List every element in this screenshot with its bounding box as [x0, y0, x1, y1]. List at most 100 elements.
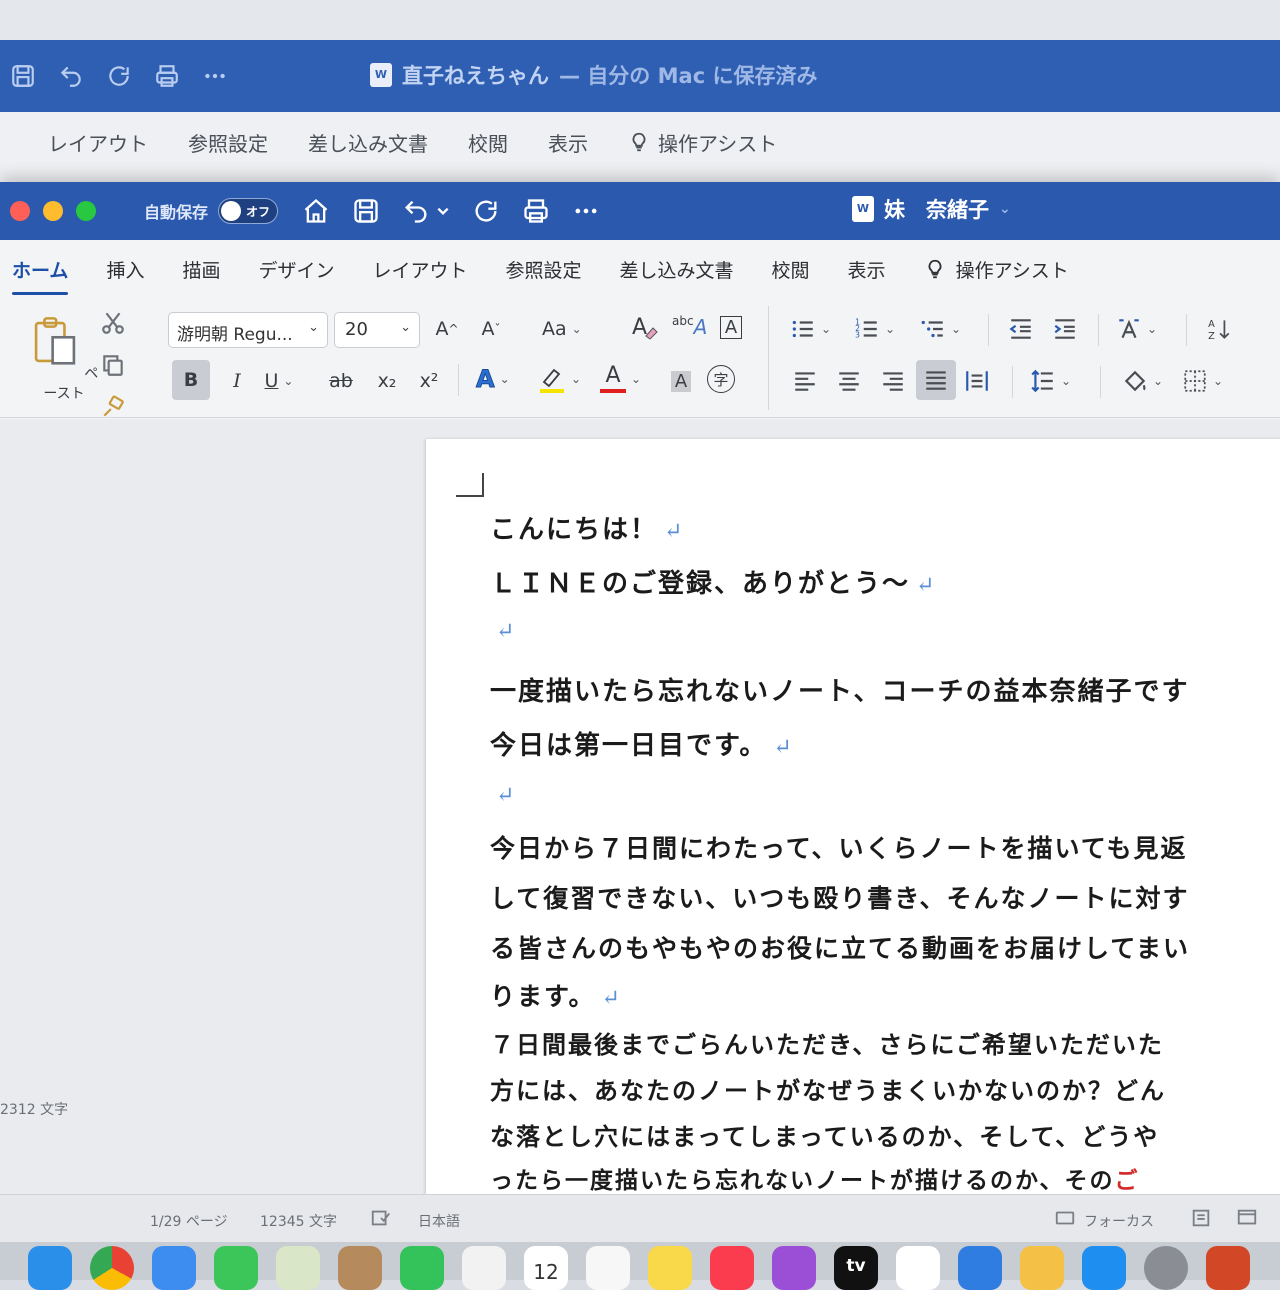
more-icon[interactable]	[202, 63, 228, 89]
sort-button[interactable]: AZ	[1204, 312, 1234, 346]
more-icon[interactable]	[572, 197, 600, 225]
reminders-icon[interactable]	[586, 1246, 630, 1290]
focus-mode[interactable]: フォーカス	[1084, 1211, 1154, 1231]
print-layout-icon[interactable]	[1190, 1207, 1212, 1229]
zoom-window-button[interactable]	[76, 201, 96, 221]
powerpoint-icon[interactable]	[1206, 1246, 1250, 1290]
phonetic-guide-button[interactable]: abc A	[672, 310, 707, 344]
undo-icon[interactable]	[402, 197, 430, 225]
underline-button[interactable]: U ⌄	[264, 364, 294, 398]
bullets-button[interactable]: ⌄	[790, 312, 831, 346]
undo-dropdown-chevron-icon[interactable]	[436, 197, 450, 225]
save-icon[interactable]	[10, 63, 36, 89]
keynote-icon[interactable]	[958, 1246, 1002, 1290]
change-case-button[interactable]: Aa ⌄	[542, 312, 582, 346]
apple-tv-icon[interactable]: tv	[834, 1246, 878, 1290]
document-title[interactable]: W 妹 奈緒子 ⌄	[852, 194, 1011, 224]
close-window-button[interactable]	[10, 201, 30, 221]
increase-indent-button[interactable]	[1050, 312, 1080, 346]
notes-icon[interactable]	[648, 1246, 692, 1290]
tab-draw[interactable]: 描画	[182, 256, 220, 283]
italic-button[interactable]: I	[222, 364, 252, 398]
facetime-icon[interactable]	[400, 1246, 444, 1290]
tab-view[interactable]: 表示	[848, 256, 886, 283]
numbering-button[interactable]: 1 2 3 ⌄	[854, 312, 895, 346]
justify-button[interactable]	[916, 360, 956, 400]
copy-icon[interactable]	[100, 352, 126, 378]
language[interactable]: 日本語	[418, 1211, 460, 1231]
redo-icon[interactable]	[472, 197, 500, 225]
grow-font-button[interactable]: A ^	[432, 312, 462, 346]
chrome-icon[interactable]	[90, 1246, 134, 1290]
character-shading-button[interactable]: A	[666, 364, 696, 398]
enclose-characters-button[interactable]: 字	[706, 362, 736, 396]
subscript-button[interactable]: x₂	[372, 364, 402, 398]
calendar-icon[interactable]: 12	[524, 1246, 568, 1290]
character-border-button[interactable]: A	[716, 310, 746, 344]
page-count[interactable]: 1/29 ページ	[150, 1211, 228, 1231]
align-right-button[interactable]	[878, 364, 908, 398]
photos-icon[interactable]	[462, 1246, 506, 1290]
pages-icon[interactable]	[1020, 1246, 1064, 1290]
tell-me-search[interactable]: 操作アシスト	[924, 256, 1069, 283]
numbers-icon[interactable]	[896, 1246, 940, 1290]
tab-review[interactable]: 校閲	[772, 256, 810, 283]
notes-folder-icon[interactable]	[338, 1246, 382, 1290]
shrink-font-button[interactable]: Aˇ	[476, 312, 506, 346]
document-page[interactable]: こんにちは！ ↵ ＬＩＮＥのご登録、ありがとう〜 ↵ ↵ 一度描いたら忘れないノート…	[426, 439, 1280, 1199]
font-size-select[interactable]: 20 ⌄	[334, 312, 420, 348]
app-store-icon[interactable]	[1082, 1246, 1126, 1290]
focus-icon[interactable]	[1054, 1207, 1076, 1229]
print-icon[interactable]	[154, 63, 180, 89]
bg-tell-me[interactable]: 操作アシスト	[628, 128, 777, 157]
line-spacing-button[interactable]: ⌄	[1030, 364, 1071, 398]
cut-icon[interactable]	[100, 310, 126, 336]
text-direction-button[interactable]: ⌄	[1116, 312, 1157, 346]
tab-design[interactable]: デザイン	[258, 256, 334, 283]
decrease-indent-button[interactable]	[1006, 312, 1036, 346]
music-icon[interactable]	[710, 1246, 754, 1290]
safari-icon[interactable]	[28, 1246, 72, 1290]
bg-tab-mailings[interactable]: 差し込み文書	[308, 128, 428, 157]
web-layout-icon[interactable]	[1236, 1207, 1258, 1229]
autosave-toggle[interactable]: オフ	[218, 198, 279, 224]
font-color-button[interactable]: A ⌄	[600, 362, 641, 396]
shading-button[interactable]: ⌄	[1122, 364, 1163, 398]
tab-layout[interactable]: レイアウト	[372, 256, 467, 283]
redo-icon[interactable]	[106, 63, 132, 89]
strikethrough-button[interactable]: ab	[326, 364, 356, 398]
podcasts-icon[interactable]	[772, 1246, 816, 1290]
distributed-button[interactable]	[962, 364, 992, 398]
bg-tab-view[interactable]: 表示	[548, 128, 588, 157]
highlight-button[interactable]: ⌄	[538, 362, 581, 396]
align-left-button[interactable]	[790, 364, 820, 398]
bg-tab-references[interactable]: 参照設定	[188, 128, 268, 157]
save-icon[interactable]	[352, 197, 380, 225]
superscript-button[interactable]: x²	[414, 364, 444, 398]
messages-icon[interactable]	[214, 1246, 258, 1290]
format-painter-icon[interactable]	[100, 394, 126, 420]
text-effects-button[interactable]: A ⌄	[476, 362, 510, 396]
bold-button[interactable]: B	[172, 360, 210, 400]
align-center-button[interactable]	[834, 364, 864, 398]
word-count[interactable]: 12345 文字	[260, 1211, 337, 1231]
font-name-select[interactable]: 游明朝 Regu... ⌄	[168, 312, 328, 348]
tab-insert[interactable]: 挿入	[106, 256, 144, 283]
borders-button[interactable]: ⌄	[1182, 364, 1223, 398]
tab-mailings[interactable]: 差し込み文書	[620, 256, 734, 283]
paste-button[interactable]: ペースト	[24, 316, 104, 406]
tab-home[interactable]: ホーム	[12, 256, 69, 295]
multilevel-list-button[interactable]: ⌄	[920, 312, 961, 346]
maps-icon[interactable]	[276, 1246, 320, 1290]
bg-tab-review[interactable]: 校閲	[468, 128, 508, 157]
proofing-icon[interactable]	[370, 1207, 392, 1229]
print-icon[interactable]	[522, 197, 550, 225]
tab-references[interactable]: 参照設定	[506, 256, 582, 283]
home-icon[interactable]	[302, 197, 330, 225]
bg-tab-layout[interactable]: レイアウト	[48, 128, 148, 157]
clear-formatting-button[interactable]: A	[630, 310, 660, 344]
mail-icon[interactable]	[152, 1246, 196, 1290]
system-preferences-icon[interactable]	[1144, 1246, 1188, 1290]
undo-icon[interactable]	[58, 63, 84, 89]
minimize-window-button[interactable]	[43, 201, 63, 221]
